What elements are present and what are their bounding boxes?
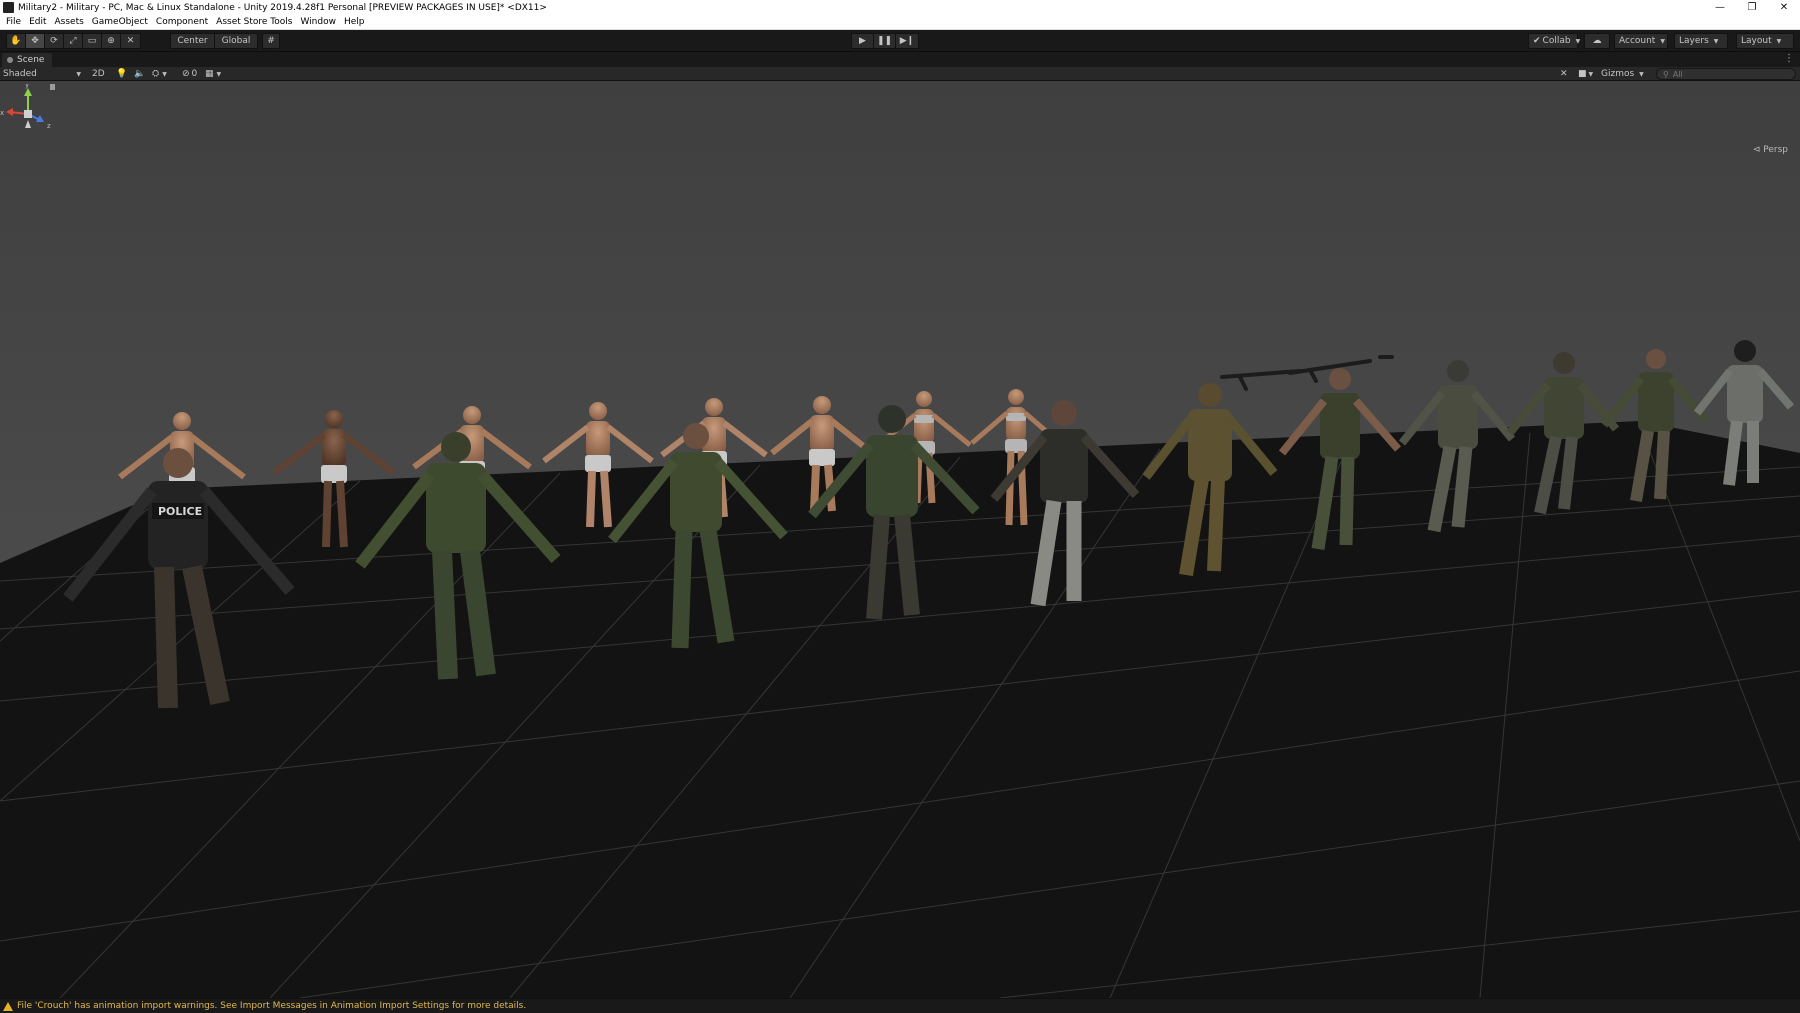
custom-tool-icon[interactable]: ✕: [121, 34, 140, 48]
hidden-objects-toggle[interactable]: ⊘ 0: [182, 67, 197, 81]
account-label: Account: [1619, 36, 1656, 46]
menu-window[interactable]: Window: [296, 17, 340, 27]
eye-slash-icon: ⊘: [182, 69, 190, 79]
persp-icon: ⊲: [1752, 145, 1761, 155]
scale-tool-icon[interactable]: ⤢: [64, 34, 83, 48]
grid-toggle-icon[interactable]: ▦ ▼: [205, 67, 221, 81]
audio-icon[interactable]: 🔈: [134, 67, 145, 81]
chevron-down-icon: ▼: [1575, 37, 1581, 45]
unity-logo-icon: [3, 2, 14, 13]
scene-search-field[interactable]: ⚲ All: [1656, 68, 1796, 80]
lock-icon[interactable]: [50, 84, 55, 90]
layout-dropdown[interactable]: Layout ▼: [1736, 33, 1794, 49]
2d-label: 2D: [92, 69, 105, 79]
svg-text:POLICE: POLICE: [158, 505, 202, 518]
layers-label: Layers: [1679, 36, 1709, 46]
menu-edit[interactable]: Edit: [25, 17, 50, 27]
rotate-tool-icon[interactable]: ⟳: [45, 34, 64, 48]
layout-label: Layout: [1741, 36, 1772, 46]
pivot-center-button[interactable]: Center: [171, 34, 215, 48]
title-bar: Military2 - Military - PC, Mac & Linux S…: [0, 0, 1800, 15]
menu-bar: File Edit Assets GameObject Component As…: [0, 15, 1800, 30]
cloud-button[interactable]: ☁: [1584, 33, 1610, 49]
transform-tool-icon[interactable]: ⊕: [102, 34, 121, 48]
layers-dropdown[interactable]: Layers ▼: [1674, 33, 1728, 49]
check-icon: ✔: [1533, 36, 1541, 46]
status-message: File 'Crouch' has animation import warni…: [17, 1001, 527, 1011]
camera-icon[interactable]: ■ ▼: [1578, 67, 1593, 81]
transform-tools: ✋ ✥ ⟳ ⤢ ▭ ⊕ ✕: [6, 33, 141, 49]
menu-asset-store-tools[interactable]: Asset Store Tools: [212, 17, 296, 27]
menu-assets[interactable]: Assets: [51, 17, 88, 27]
main-toolbar: ✋ ✥ ⟳ ⤢ ▭ ⊕ ✕ Center Global # ▶ ❚❚ ▶❙ ✔ C…: [0, 30, 1800, 52]
projection-label: Persp: [1763, 145, 1788, 155]
scene-toolbar: Shaded ▼ 2D 💡 🔈 ⛭ ▼ ⊘ 0 ▦ ▼ ✕ ■ ▼ Gizmos ▼ ⚲ …: [0, 67, 1800, 81]
pivot-toggles: Center Global: [170, 33, 258, 49]
move-tool-icon[interactable]: ✥: [26, 34, 45, 48]
collab-dropdown[interactable]: ✔ Collab ▼: [1528, 33, 1581, 49]
scene-render: POLICE: [0, 81, 1800, 998]
tab-strip: Scene ⋮: [0, 52, 1800, 67]
space-label: Global: [221, 36, 251, 46]
search-icon: ⚲: [1663, 69, 1669, 79]
lighting-icon[interactable]: 💡: [116, 67, 127, 81]
orientation-gizmo[interactable]: y x z: [0, 84, 56, 158]
shading-mode-label: Shaded: [3, 69, 37, 79]
playmode-controls: ▶ ❚❚ ▶❙: [851, 33, 919, 49]
hand-tool-icon[interactable]: ✋: [7, 34, 26, 48]
effects-icon[interactable]: ⛭ ▼: [152, 67, 167, 81]
warning-icon: [3, 1001, 13, 1011]
close-button[interactable]: ✕: [1768, 0, 1800, 15]
shading-mode-dropdown[interactable]: Shaded ▼: [3, 67, 83, 81]
chevron-down-icon: ▼: [76, 70, 81, 78]
menu-file[interactable]: File: [2, 17, 25, 27]
minimize-button[interactable]: —: [1704, 0, 1736, 15]
chevron-down-icon: ▼: [1713, 37, 1719, 45]
menu-gameobject[interactable]: GameObject: [88, 17, 152, 27]
maximize-button[interactable]: ❐: [1736, 0, 1768, 15]
scene-icon: [7, 57, 13, 63]
chevron-down-icon: ▼: [1660, 37, 1665, 45]
play-button[interactable]: ▶: [852, 34, 874, 48]
tab-scene-label: Scene: [17, 55, 45, 65]
2d-toggle[interactable]: 2D: [92, 67, 105, 81]
chevron-down-icon: ▼: [1776, 37, 1782, 45]
gizmo-x-label: x: [0, 109, 4, 117]
gizmo-z-label: z: [47, 122, 51, 130]
step-button[interactable]: ▶❙: [896, 34, 918, 48]
scene-viewport[interactable]: POLICE y x z ⊲ Persp: [0, 81, 1800, 998]
hidden-count: 0: [191, 69, 198, 79]
snap-group: #: [262, 33, 280, 49]
pause-button[interactable]: ❚❚: [874, 34, 896, 48]
rect-tool-icon[interactable]: ▭: [83, 34, 102, 48]
collab-label: Collab: [1542, 36, 1571, 46]
tab-scene[interactable]: Scene: [2, 53, 52, 67]
gizmos-dropdown[interactable]: Gizmos ▼: [1601, 67, 1647, 81]
pivot-label: Center: [177, 36, 208, 46]
tools-icon[interactable]: ✕: [1560, 67, 1568, 81]
menu-component[interactable]: Component: [152, 17, 212, 27]
grid-snap-icon[interactable]: #: [263, 34, 279, 48]
cloud-icon: ☁: [1592, 36, 1602, 46]
menu-help[interactable]: Help: [340, 17, 369, 27]
gizmo-y-label: y: [25, 84, 29, 89]
projection-toggle[interactable]: ⊲ Persp: [1753, 145, 1788, 155]
status-bar[interactable]: File 'Crouch' has animation import warni…: [0, 998, 1800, 1013]
account-dropdown[interactable]: Account ▼: [1614, 33, 1668, 49]
window-title: Military2 - Military - PC, Mac & Linux S…: [18, 2, 547, 13]
chevron-down-icon: ▼: [1639, 70, 1644, 78]
tab-menu-icon[interactable]: ⋮: [1784, 53, 1794, 64]
gizmos-label: Gizmos: [1601, 69, 1635, 79]
search-placeholder: All: [1672, 69, 1683, 79]
space-global-button[interactable]: Global: [215, 34, 257, 48]
